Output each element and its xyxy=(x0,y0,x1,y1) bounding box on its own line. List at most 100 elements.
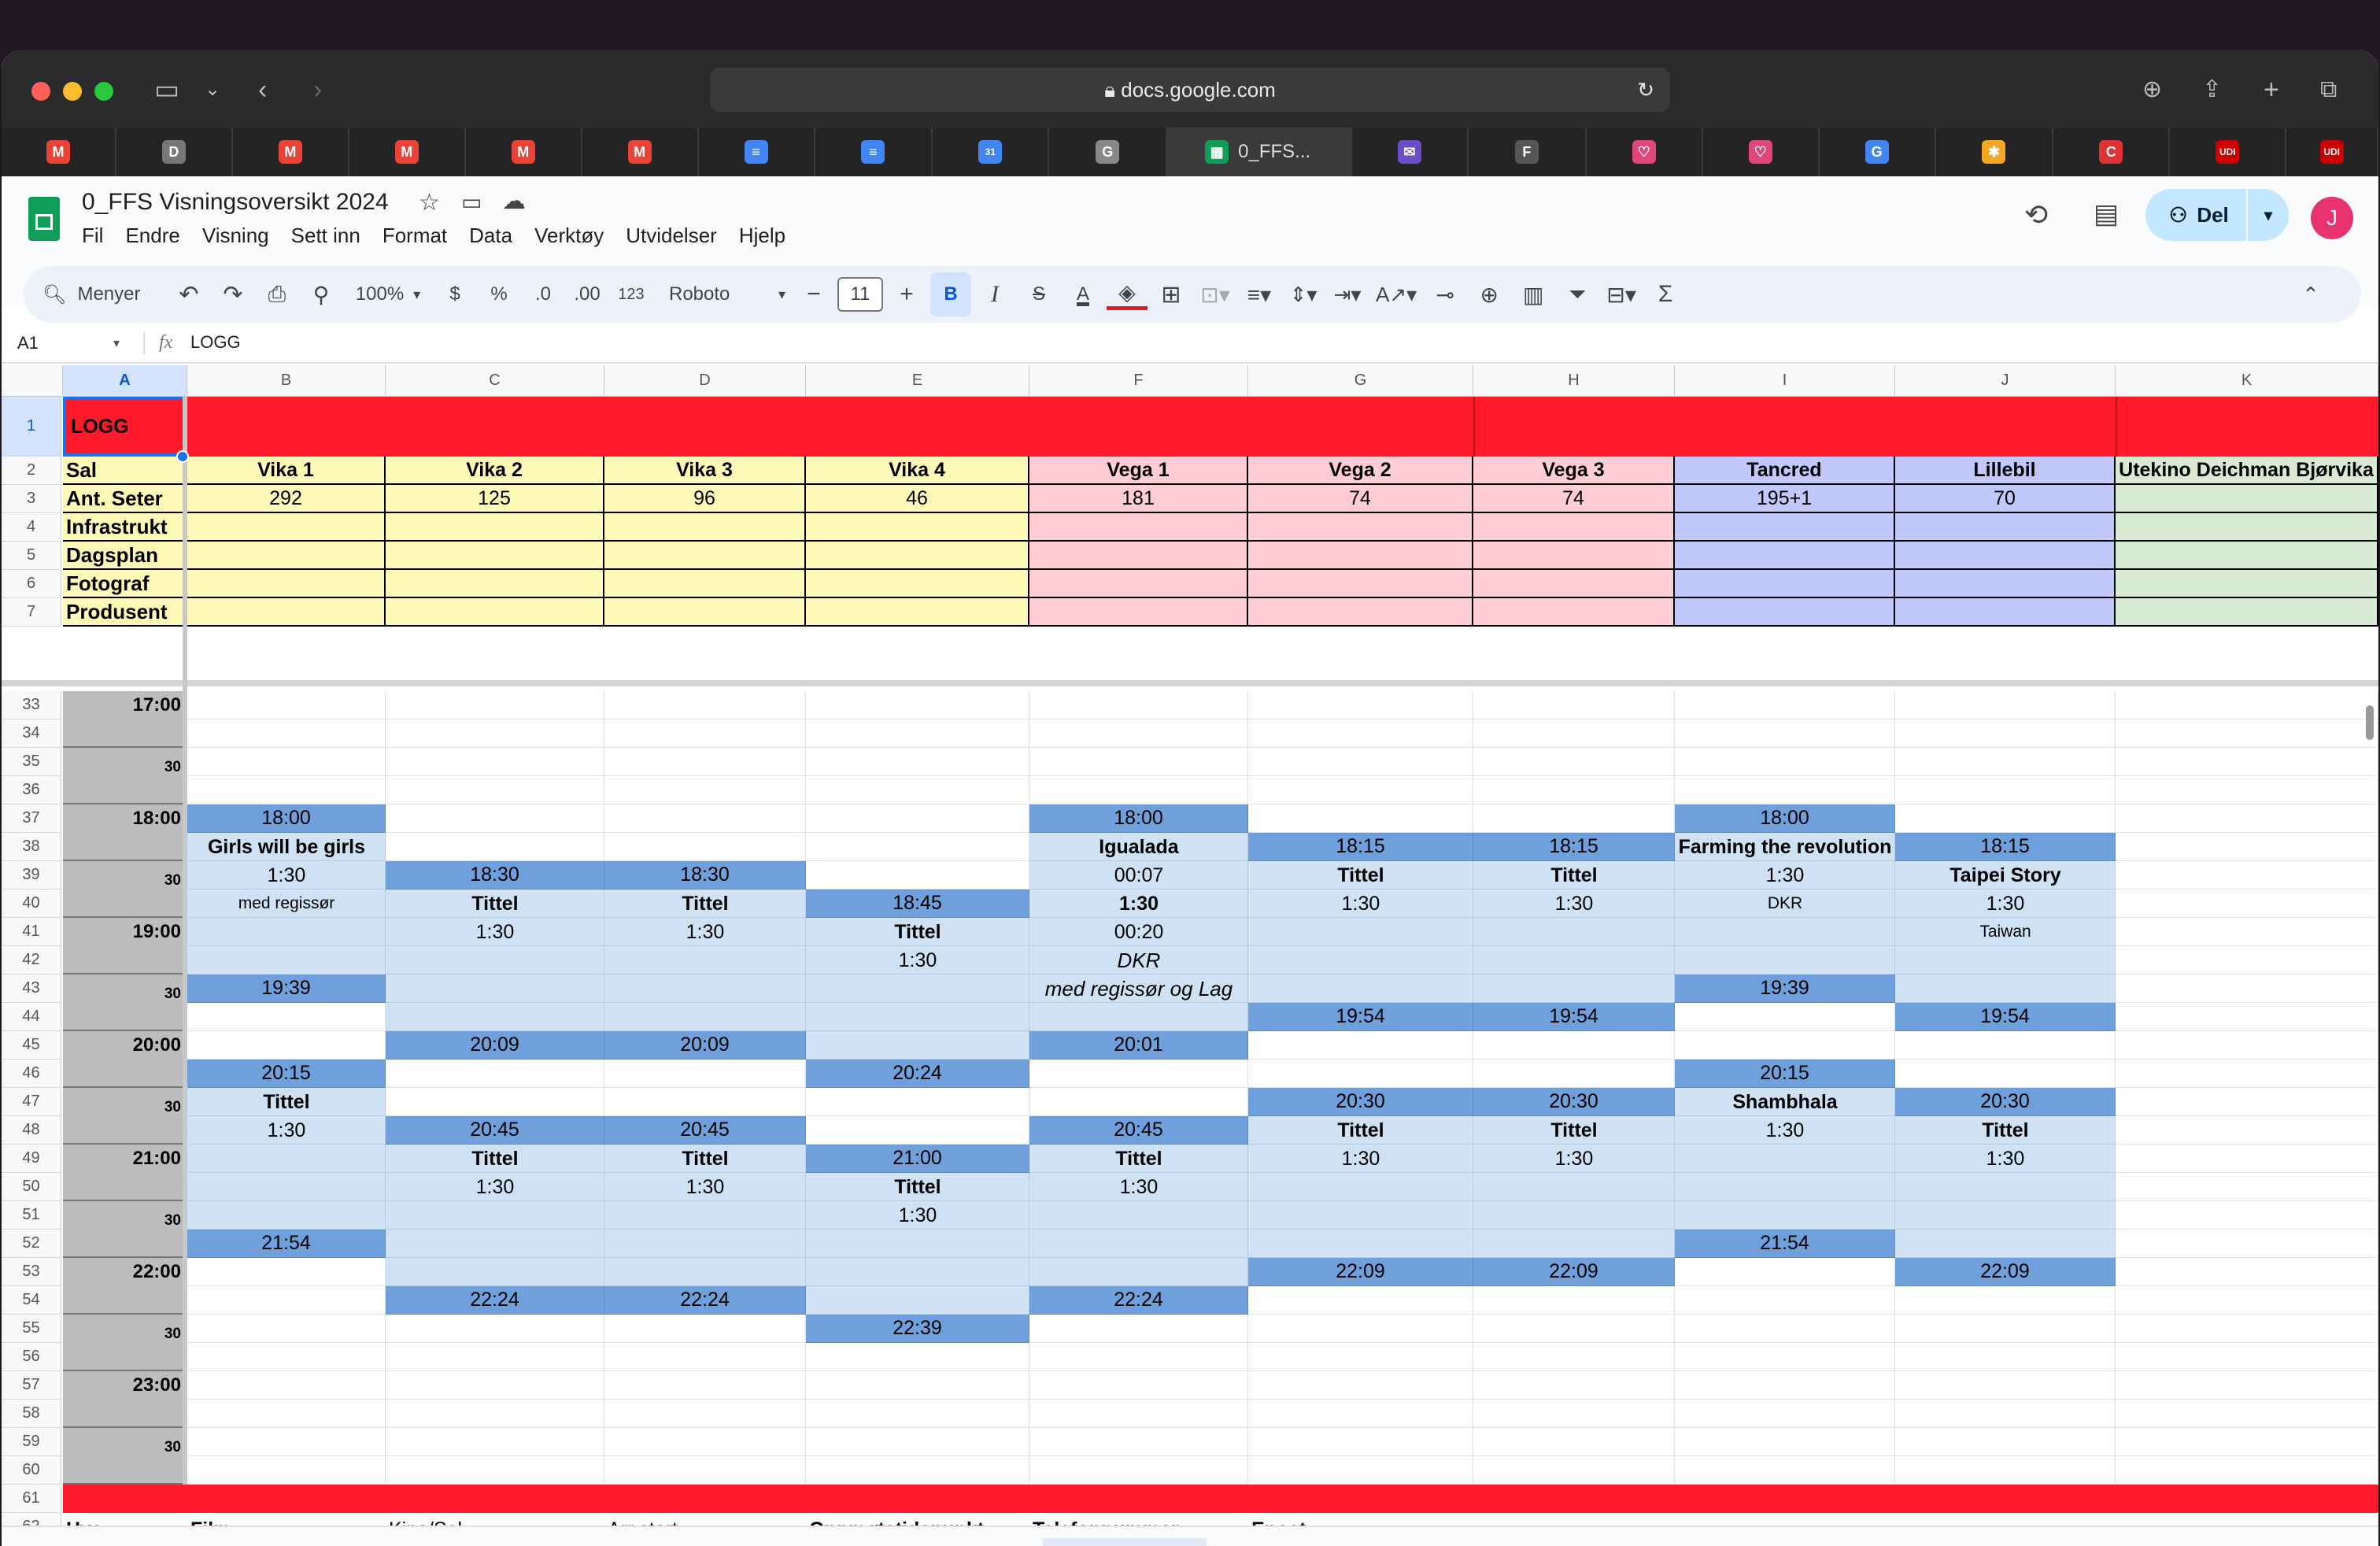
footer-label[interactable]: Film: xyxy=(187,1513,386,1526)
schedule-block-cell[interactable] xyxy=(1473,918,1675,946)
selection-handle[interactable] xyxy=(176,450,189,463)
hall-name[interactable]: Utekino Deichman Bjørvika xyxy=(2116,457,2378,485)
time-column-cell[interactable] xyxy=(63,1286,187,1315)
time-column-cell[interactable] xyxy=(63,1060,187,1088)
browser-tab[interactable]: UDI xyxy=(2286,128,2378,176)
cell[interactable] xyxy=(604,748,806,776)
cell[interactable] xyxy=(1895,1428,2116,1456)
time-column-cell[interactable] xyxy=(63,1230,187,1258)
bold-button[interactable]: B xyxy=(930,272,971,316)
time-column-cell[interactable] xyxy=(63,1343,187,1371)
film-title[interactable]: Farming the revolution xyxy=(1675,833,1895,861)
screening-time[interactable]: 20:30 xyxy=(1248,1088,1473,1116)
column-header-i[interactable]: I xyxy=(1675,365,1895,397)
schedule-block-cell[interactable] xyxy=(1248,1173,1473,1201)
screening-detail[interactable]: 1:30 xyxy=(806,946,1029,975)
schedule-block-cell[interactable] xyxy=(187,946,386,975)
cell[interactable] xyxy=(187,1428,386,1456)
cell[interactable] xyxy=(1675,1031,1895,1060)
tab-overview-icon[interactable]: ⧉ xyxy=(2320,74,2337,105)
column-header-f[interactable]: F xyxy=(1029,365,1248,397)
cell[interactable] xyxy=(1248,513,1473,542)
screening-time[interactable]: 20:30 xyxy=(1473,1088,1675,1116)
browser-tab[interactable]: ▦ 0_FFS... xyxy=(1167,128,1353,176)
cell[interactable] xyxy=(187,719,386,748)
cell[interactable] xyxy=(386,1060,604,1088)
cell[interactable] xyxy=(1248,598,1473,627)
cell[interactable] xyxy=(2116,1343,2378,1371)
cell[interactable] xyxy=(2116,691,2378,719)
decrease-decimal-button[interactable]: .0 xyxy=(523,272,564,316)
cell[interactable] xyxy=(1473,1400,1675,1428)
schedule-block-cell[interactable] xyxy=(1473,1201,1675,1230)
cell[interactable] xyxy=(187,1456,386,1485)
cell[interactable] xyxy=(1895,1456,2116,1485)
cell[interactable] xyxy=(2116,861,2378,890)
schedule-block-cell[interactable] xyxy=(604,975,806,1003)
cell[interactable] xyxy=(604,1428,806,1456)
browser-tab[interactable]: 31 xyxy=(933,128,1050,176)
schedule-block-cell[interactable] xyxy=(1248,918,1473,946)
browser-tab[interactable]: ✉ xyxy=(1352,128,1469,176)
schedule-block-cell[interactable] xyxy=(386,1230,604,1258)
cell[interactable] xyxy=(604,1088,806,1116)
screening-time[interactable]: 20:30 xyxy=(1895,1088,2116,1116)
row-header[interactable]: 34 xyxy=(2,719,61,748)
hall-name[interactable]: Vika 4 xyxy=(806,457,1029,485)
row-header[interactable]: 44 xyxy=(2,1003,61,1031)
cell[interactable] xyxy=(1895,1060,2116,1088)
close-window-button[interactable] xyxy=(31,82,50,101)
footer-label[interactable]: Oppmøtetidspunkt xyxy=(806,1513,1029,1526)
screening-detail[interactable]: Taiwan xyxy=(1895,918,2116,946)
cell[interactable] xyxy=(2116,570,2378,598)
screening-detail[interactable]: 1:30 xyxy=(386,1173,604,1201)
comments-icon[interactable]: ▤ xyxy=(2094,198,2119,230)
film-title[interactable]: Tittel xyxy=(187,1088,386,1116)
cell[interactable] xyxy=(1248,1456,1473,1485)
row-header[interactable]: 62 xyxy=(2,1513,61,1526)
film-title[interactable]: Tittel xyxy=(1248,861,1473,890)
cell[interactable] xyxy=(2116,1258,2378,1286)
film-title[interactable]: Tittel xyxy=(604,890,806,918)
seat-count[interactable]: 125 xyxy=(386,485,604,513)
screening-detail[interactable]: 1:30 xyxy=(1248,890,1473,918)
time-column-cell[interactable] xyxy=(63,946,187,975)
menu-verktøy[interactable]: Verktøy xyxy=(534,224,604,248)
cell[interactable] xyxy=(2116,1315,2378,1343)
screening-time[interactable]: 22:24 xyxy=(604,1286,806,1315)
row-label[interactable]: Sal xyxy=(63,457,187,485)
schedule-block-cell[interactable] xyxy=(1029,1201,1248,1230)
screening-detail[interactable]: 1:30 xyxy=(1675,1116,1895,1145)
seat-count[interactable]: 195+1 xyxy=(1675,485,1895,513)
film-title[interactable]: 1:30 xyxy=(1029,890,1248,918)
cell[interactable] xyxy=(1675,570,1895,598)
schedule-block-cell[interactable] xyxy=(386,1201,604,1230)
row-header[interactable]: 53 xyxy=(2,1258,61,1286)
screening-detail[interactable]: 1:30 xyxy=(1675,861,1895,890)
row-header[interactable]: 46 xyxy=(2,1060,61,1088)
schedule-block-cell[interactable] xyxy=(1895,1201,2116,1230)
cell[interactable] xyxy=(386,1371,604,1400)
cloud-status-icon[interactable]: ☁︎ xyxy=(502,187,526,215)
cell[interactable] xyxy=(604,804,806,833)
cell[interactable] xyxy=(386,833,604,861)
cell[interactable] xyxy=(2116,748,2378,776)
cell[interactable] xyxy=(1895,1031,2116,1060)
screening-detail[interactable]: DKR xyxy=(1675,890,1895,918)
version-history-icon[interactable]: ⟲ xyxy=(2024,198,2048,231)
text-wrap-icon[interactable]: ⇥▾ xyxy=(1327,272,1368,316)
seat-count[interactable]: 70 xyxy=(1895,485,2116,513)
row-label[interactable]: Produsent xyxy=(63,598,187,627)
column-header-a[interactable]: A xyxy=(63,365,187,397)
cell[interactable] xyxy=(1895,513,2116,542)
cell[interactable] xyxy=(1029,570,1248,598)
number-format-button[interactable]: 123 xyxy=(611,272,652,316)
cell[interactable] xyxy=(1248,748,1473,776)
cell[interactable] xyxy=(1473,598,1675,627)
column-header-j[interactable]: J xyxy=(1895,365,2116,397)
cell[interactable] xyxy=(2116,804,2378,833)
cell-a1-logg[interactable]: LOGG xyxy=(63,397,187,457)
row-header[interactable]: 1 xyxy=(2,397,61,457)
cell[interactable] xyxy=(604,1456,806,1485)
film-title[interactable]: Tittel xyxy=(1473,861,1675,890)
